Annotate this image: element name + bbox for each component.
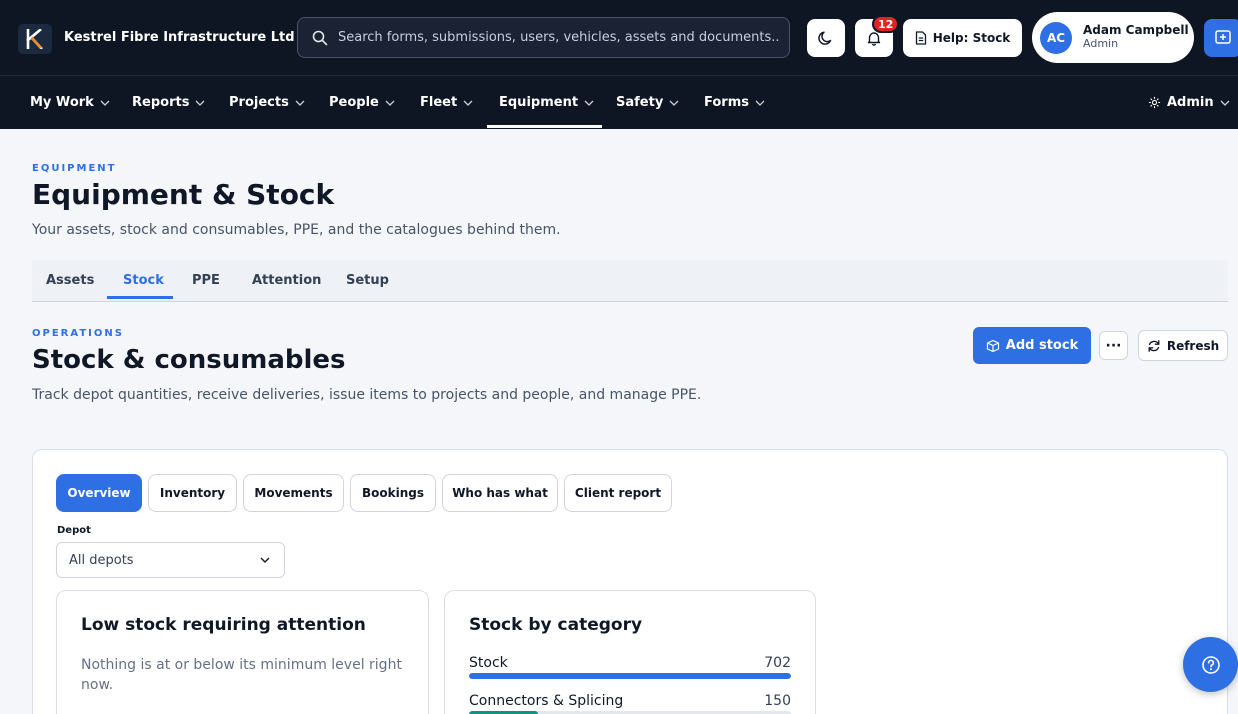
nav-active-indicator [487, 125, 602, 128]
tab-overview[interactable]: Overview [56, 474, 142, 512]
refresh-label: Refresh [1166, 338, 1220, 353]
chevron-down-icon [669, 100, 679, 106]
tab-active-indicator [107, 296, 173, 299]
question-circle-icon [1201, 655, 1220, 674]
category-name: Connectors & Splicing [469, 693, 624, 709]
chevron-down-icon [100, 100, 110, 106]
notification-count-badge: 12 [872, 15, 900, 33]
tab-assets[interactable]: Assets [46, 260, 94, 301]
chevron-down-icon [260, 557, 270, 563]
category-bar-track [469, 673, 791, 679]
moon-icon [818, 31, 832, 45]
avatar: AC [1040, 21, 1072, 54]
box-icon [986, 339, 999, 352]
nav-equipment[interactable]: Equipment [499, 76, 594, 129]
global-search-input[interactable]: Search forms, submissions, users, vehicl… [297, 17, 790, 58]
refresh-button[interactable]: Refresh [1138, 330, 1228, 361]
search-icon [312, 30, 328, 45]
chevron-down-icon [463, 100, 473, 106]
add-stock-label: Add stock [1005, 338, 1079, 353]
tab-bookings[interactable]: Bookings [350, 474, 436, 512]
help-button[interactable]: Help: Stock [903, 19, 1022, 57]
help-button-label: Help: Stock [932, 31, 1011, 45]
depot-select[interactable]: All depots [56, 542, 285, 578]
nav-safety[interactable]: Safety [616, 76, 679, 129]
page-eyebrow: EQUIPMENT [32, 163, 117, 174]
tab-movements[interactable]: Movements [243, 474, 344, 512]
company-logo[interactable] [18, 24, 52, 54]
user-menu[interactable]: AC Adam Campbell Admin [1032, 12, 1194, 63]
help-fab-button[interactable] [1183, 637, 1238, 692]
low-stock-empty-message: Nothing is at or below its minimum level… [81, 657, 402, 693]
nav-people[interactable]: People [329, 76, 395, 129]
chevron-down-icon [1220, 100, 1230, 106]
page-subtitle: Your assets, stock and consumables, PPE,… [32, 222, 561, 238]
nav-label: Admin [1167, 95, 1214, 110]
logo-k-icon [26, 29, 43, 49]
category-row: Stock 702 [469, 655, 791, 679]
nav-projects[interactable]: Projects [229, 76, 305, 129]
nav-label: Forms [704, 95, 749, 110]
page-title: Equipment & Stock [32, 178, 335, 211]
add-stock-button[interactable]: Add stock [973, 327, 1091, 364]
tab-stock[interactable]: Stock [123, 260, 164, 301]
section-subtitle: Track depot quantities, receive deliveri… [32, 387, 702, 403]
chevron-down-icon [584, 100, 594, 106]
nav-label: People [329, 95, 379, 110]
theme-toggle-button[interactable] [807, 19, 845, 57]
top-bar: Kestrel Fibre Infrastructure Ltd Search … [0, 0, 1238, 129]
nav-label: Projects [229, 95, 289, 110]
search-placeholder: Search forms, submissions, users, vehicl… [338, 30, 780, 45]
chevron-down-icon [755, 100, 765, 106]
stock-by-category-title: Stock by category [469, 615, 643, 635]
category-value: 702 [764, 655, 791, 671]
category-bar-fill [469, 673, 791, 679]
chevron-down-icon [195, 100, 205, 106]
nav-my-work[interactable]: My Work [30, 76, 110, 129]
category-value: 150 [764, 693, 791, 709]
gear-icon [1148, 96, 1161, 109]
chevron-down-icon [385, 100, 395, 106]
category-name: Stock [469, 655, 508, 671]
user-name: Adam Campbell [1083, 23, 1189, 38]
tab-ppe[interactable]: PPE [192, 260, 220, 301]
tab-setup[interactable]: Setup [346, 260, 389, 301]
stock-by-category-panel: Stock by category Stock 702 Connectors &… [444, 590, 816, 714]
section-eyebrow: OPERATIONS [32, 328, 124, 339]
category-row: Connectors & Splicing 150 [469, 693, 791, 714]
quick-add-button[interactable] [1204, 19, 1238, 57]
company-name: Kestrel Fibre Infrastructure Ltd [64, 30, 295, 45]
depot-select-value: All depots [69, 552, 134, 568]
more-options-button[interactable]: ··· [1099, 331, 1128, 360]
nav-label: Reports [132, 95, 190, 110]
equipment-tabs: Assets Stock PPE Attention Setup [32, 260, 1228, 302]
tab-attention[interactable]: Attention [252, 260, 321, 301]
user-role: Admin [1083, 37, 1119, 51]
tab-client-report[interactable]: Client report [564, 474, 672, 512]
plus-square-icon [1215, 30, 1231, 44]
nav-label: My Work [30, 95, 94, 110]
low-stock-title: Low stock requiring attention [81, 615, 366, 635]
document-icon [915, 31, 926, 45]
nav-fleet[interactable]: Fleet [420, 76, 473, 129]
chevron-down-icon [295, 100, 305, 106]
tab-who-has-what[interactable]: Who has what [442, 474, 558, 512]
nav-label: Safety [616, 95, 664, 110]
nav-forms[interactable]: Forms [704, 76, 765, 129]
low-stock-panel: Low stock requiring attention Nothing is… [56, 590, 429, 714]
main-nav: My Work Reports Projects People Fleet Eq… [0, 76, 1238, 129]
nav-label: Equipment [499, 95, 579, 110]
section-title: Stock & consumables [32, 345, 346, 375]
nav-reports[interactable]: Reports [132, 76, 205, 129]
tab-inventory[interactable]: Inventory [148, 474, 237, 512]
depot-label: Depot [57, 525, 91, 536]
nav-admin[interactable]: Admin [1148, 76, 1230, 129]
refresh-icon [1148, 339, 1160, 352]
nav-label: Fleet [420, 95, 458, 110]
